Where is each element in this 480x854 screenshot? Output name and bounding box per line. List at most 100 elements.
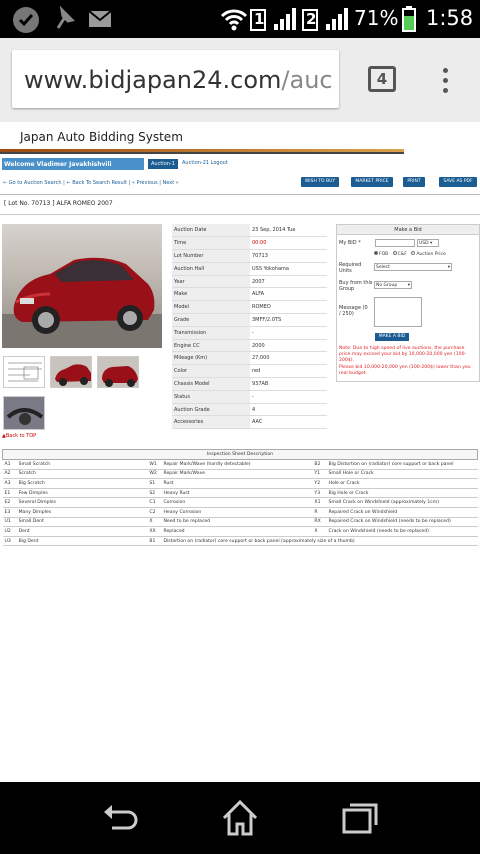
check-icon bbox=[12, 6, 40, 38]
spec-row: Mileage (Km) 27,000 bbox=[172, 351, 327, 366]
navigation-links[interactable]: ← Go to Auction Search | ← Back To Searc… bbox=[3, 180, 179, 186]
inspection-code: C2 bbox=[147, 507, 162, 518]
spec-value: 4 bbox=[250, 403, 327, 417]
cnf-label: C&F bbox=[397, 251, 407, 257]
inspection-description: Heavy Rust bbox=[161, 488, 313, 499]
make-a-bid-button[interactable]: MAKE A BID bbox=[375, 333, 409, 341]
spec-row: Color red bbox=[172, 364, 327, 379]
spec-row: Lot Number 70713 bbox=[172, 249, 327, 263]
inspection-description: Small Scratch bbox=[16, 459, 148, 470]
inspection-code: B1 bbox=[147, 536, 162, 547]
inspection-row: A3 Big Scratch S1 Rust Y2 Hole or Crack bbox=[2, 478, 478, 489]
inspection-sheet-thumbnail[interactable] bbox=[3, 356, 45, 388]
spec-value: USS Yokohama bbox=[250, 262, 327, 276]
spec-value: ALFA bbox=[250, 287, 327, 302]
inspection-code: S1 bbox=[147, 478, 162, 489]
signal-icon bbox=[272, 6, 298, 36]
group-select[interactable]: No Group ▾ bbox=[374, 281, 412, 289]
inspection-description: Repair Mark/Wave bbox=[161, 469, 313, 480]
inspection-description: Heavy Corrosion bbox=[161, 507, 313, 518]
overflow-menu-icon[interactable] bbox=[443, 68, 449, 98]
tab-switcher-button[interactable]: 4 bbox=[368, 66, 396, 92]
url-field[interactable]: www.bidjapan24.com/auc bbox=[12, 50, 339, 108]
inspection-sheet-header: Inspection Sheet Description bbox=[2, 449, 478, 460]
car-main-photo[interactable] bbox=[2, 224, 162, 348]
recent-apps-icon[interactable] bbox=[340, 798, 380, 842]
browser-toolbar: www.bidjapan24.com/auc 4 bbox=[0, 38, 480, 122]
inspection-code: W2 bbox=[147, 469, 162, 480]
market-price-button[interactable]: MARKET PRICE bbox=[351, 177, 393, 187]
inspection-sheet-table: Inspection Sheet Description A1 Small Scr… bbox=[2, 449, 478, 547]
spec-value: 00:00 bbox=[250, 236, 327, 251]
message-label: Message (0 / 250) bbox=[339, 305, 368, 317]
web-page: Japan Auto Bidding System Welcome Vladim… bbox=[0, 122, 480, 782]
spec-label: Status bbox=[172, 390, 250, 404]
inspection-description: Repaired Crack on Windshield (needs to b… bbox=[326, 517, 478, 528]
inspection-description: Big Dent bbox=[16, 536, 148, 547]
car-interior-thumbnail[interactable] bbox=[3, 396, 45, 430]
auction-price-radio[interactable]: Auction Price bbox=[411, 251, 446, 257]
message-textarea[interactable] bbox=[374, 297, 422, 327]
inspection-description: Several Dimples bbox=[16, 497, 148, 508]
spec-row: Engine CC 2000 bbox=[172, 339, 327, 353]
inspection-code: Y3 bbox=[312, 488, 327, 499]
price-type-radios: FOB C&F Auction Price bbox=[374, 251, 446, 257]
inspection-description: Big Hole or Crack bbox=[326, 488, 478, 499]
clock: 1:58 bbox=[426, 6, 474, 30]
print-button[interactable]: PRINT bbox=[403, 177, 425, 187]
spec-value: - bbox=[250, 390, 327, 404]
divider bbox=[0, 214, 480, 215]
spec-label: Make bbox=[172, 287, 250, 302]
auction21-logout-link[interactable]: Auction-21 Logout bbox=[182, 160, 228, 166]
inspection-code: RX bbox=[312, 517, 327, 528]
auction1-tab[interactable]: Auction-1 bbox=[148, 159, 178, 169]
inspection-code: R bbox=[312, 507, 327, 518]
inspection-code: B2 bbox=[312, 459, 327, 470]
inspection-code: E3 bbox=[2, 507, 17, 518]
spec-value: 23 Sep, 2014 Tue bbox=[250, 224, 327, 238]
spec-label: Engine CC bbox=[172, 339, 250, 353]
spec-label: Auction Hall bbox=[172, 262, 250, 276]
auction-price-label: Auction Price bbox=[416, 251, 446, 257]
inspection-code: U1 bbox=[2, 517, 17, 528]
inspection-code: Y2 bbox=[312, 478, 327, 489]
url-path: /auc bbox=[281, 66, 333, 94]
spec-label: Lot Number bbox=[172, 249, 250, 263]
url-host: www.bidjapan24.com bbox=[24, 66, 282, 94]
bid-budget-note: Please bid 10,000-20,000 yen (100-200$) … bbox=[339, 365, 471, 376]
inspection-code: U2 bbox=[2, 526, 17, 537]
spec-label: Grade bbox=[172, 313, 250, 327]
spec-row: Status - bbox=[172, 390, 327, 404]
save-as-pdf-button[interactable]: SAVE AS PDF bbox=[439, 177, 477, 187]
spec-label: Chassis Model bbox=[172, 377, 250, 391]
back-icon[interactable] bbox=[100, 798, 140, 842]
spec-row: Auction Hall USS Yokohama bbox=[172, 262, 327, 276]
my-bid-label: My BID * bbox=[339, 240, 361, 246]
required-units-select[interactable]: Select ▾ bbox=[374, 263, 452, 271]
fob-radio[interactable]: FOB bbox=[374, 251, 388, 257]
spec-value: 2007 bbox=[250, 275, 327, 289]
inspection-code: E2 bbox=[2, 497, 17, 508]
inspection-code: U3 bbox=[2, 536, 17, 547]
wish-to-buy-button[interactable]: WISH TO BUY bbox=[301, 177, 339, 187]
inspection-description: Corrosion bbox=[161, 497, 313, 508]
car-rear-thumbnail[interactable] bbox=[97, 356, 139, 388]
inspection-description: Big Distortion on (radiator) core suppor… bbox=[326, 459, 478, 470]
signal2-icon bbox=[324, 6, 350, 36]
back-to-top-link[interactable]: ▲Back to TOP bbox=[2, 433, 36, 439]
inspection-row: U3 Big Dent B1 Distortion on (radiator) cor… bbox=[2, 536, 478, 547]
car-thumbnail[interactable] bbox=[50, 356, 92, 388]
spec-value: red bbox=[250, 364, 327, 379]
spec-value: - bbox=[250, 326, 327, 340]
home-icon[interactable] bbox=[220, 798, 260, 842]
spec-value: 937AB bbox=[250, 377, 327, 391]
currency-select[interactable]: USD ▾ bbox=[417, 239, 439, 247]
bid-amount-input[interactable] bbox=[375, 239, 415, 247]
spec-label: Transmission bbox=[172, 326, 250, 340]
mail-icon bbox=[88, 10, 112, 32]
inspection-code: XX bbox=[147, 526, 162, 537]
inspection-description: Small Hole or Crack bbox=[326, 469, 478, 480]
sim2-label: 2 bbox=[306, 10, 317, 28]
cnf-radio[interactable]: C&F bbox=[392, 251, 407, 257]
inspection-code: W1 bbox=[147, 459, 162, 470]
